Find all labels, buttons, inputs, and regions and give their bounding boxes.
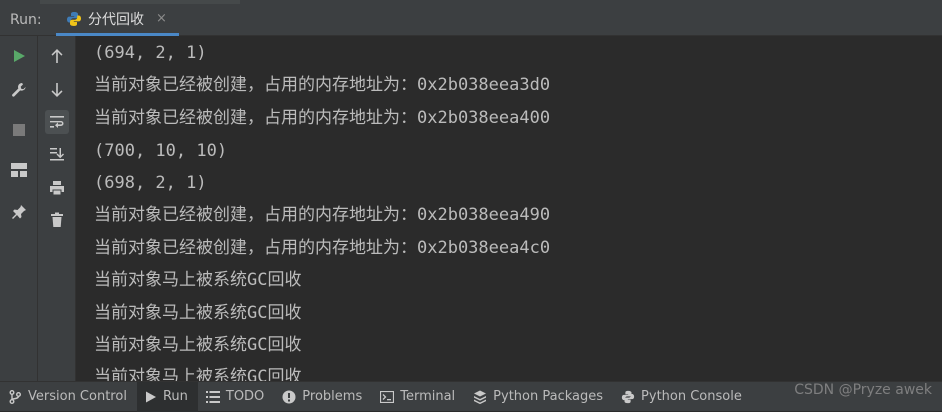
- console-line: (700, 10, 10): [94, 141, 228, 161]
- console-output[interactable]: (694, 2, 1) 当前对象已经被创建，占用的内存地址为：0x2b038ee…: [76, 36, 942, 381]
- python-icon: [66, 11, 82, 27]
- watermark: CSDN @Pryze awek: [794, 382, 932, 398]
- soft-wrap-icon[interactable]: [45, 110, 69, 134]
- run-label: Run:: [10, 12, 42, 28]
- packages-icon: [474, 390, 487, 404]
- scroll-to-end-icon[interactable]: [47, 144, 67, 164]
- bottom-tab-python-packages[interactable]: Python Packages: [465, 382, 613, 412]
- arrow-down-icon[interactable]: [47, 80, 67, 100]
- terminal-icon: [380, 390, 395, 403]
- bottom-tab-label: TODO: [225, 389, 265, 404]
- bottom-tab-label: Run: [162, 389, 188, 404]
- bottom-tab-label: Python Packages: [493, 389, 604, 404]
- close-icon[interactable]: ×: [156, 11, 167, 26]
- run-tab-label: 分代回收: [88, 11, 144, 28]
- console-line: (694, 2, 1): [94, 43, 207, 63]
- stop-icon[interactable]: [9, 120, 29, 140]
- right-toolbar: [38, 36, 76, 381]
- arrow-up-icon[interactable]: [47, 46, 67, 66]
- wrench-icon[interactable]: [9, 80, 29, 100]
- bottom-tab-label: Terminal: [400, 389, 456, 404]
- trash-icon[interactable]: [47, 210, 67, 230]
- bottom-tab-version-control[interactable]: Version Control: [0, 382, 137, 412]
- console-line: 当前对象马上被系统GC回收: [94, 335, 302, 355]
- bottom-tab-problems[interactable]: Problems: [274, 382, 372, 412]
- console-line: 当前对象马上被系统GC回收: [94, 270, 302, 290]
- bottom-tab-python-console[interactable]: Python Console: [613, 382, 752, 412]
- run-icon: [145, 391, 156, 402]
- console-line: 当前对象马上被系统GC回收: [94, 303, 302, 323]
- console-line: 当前对象已经被创建，占用的内存地址为：0x2b038eea490: [94, 205, 551, 225]
- layout-icon[interactable]: [9, 160, 29, 180]
- run-tab[interactable]: 分代回收 ×: [56, 4, 179, 36]
- console-line: 当前对象马上被系统GC回收: [94, 367, 302, 381]
- bottom-tab-run[interactable]: Run: [136, 381, 198, 412]
- left-toolbar: [0, 36, 38, 381]
- console-line: 当前对象已经被创建，占用的内存地址为：0x2b038eea400: [94, 108, 551, 128]
- bottom-tab-label: Version Control: [28, 389, 127, 404]
- run-icon[interactable]: [9, 46, 29, 66]
- bottom-tab-terminal[interactable]: Terminal: [372, 382, 465, 412]
- bottom-tab-label: Problems: [302, 389, 363, 404]
- warning-icon: [282, 390, 296, 403]
- python-icon: [621, 390, 635, 403]
- console-line: 当前对象已经被创建，占用的内存地址为：0x2b038eea4c0: [94, 238, 551, 258]
- list-icon: [205, 390, 220, 403]
- branch-icon: [9, 389, 21, 404]
- bottom-tab-label: Python Console: [641, 389, 742, 404]
- bottom-tab-todo[interactable]: TODO: [198, 382, 274, 412]
- console-line: 当前对象已经被创建，占用的内存地址为：0x2b038eea3d0: [94, 75, 551, 95]
- print-icon[interactable]: [47, 178, 67, 198]
- run-toolbar: Run: 分代回收 ×: [0, 4, 942, 36]
- console-line: (698, 2, 1): [94, 173, 207, 193]
- pin-icon[interactable]: [9, 202, 29, 222]
